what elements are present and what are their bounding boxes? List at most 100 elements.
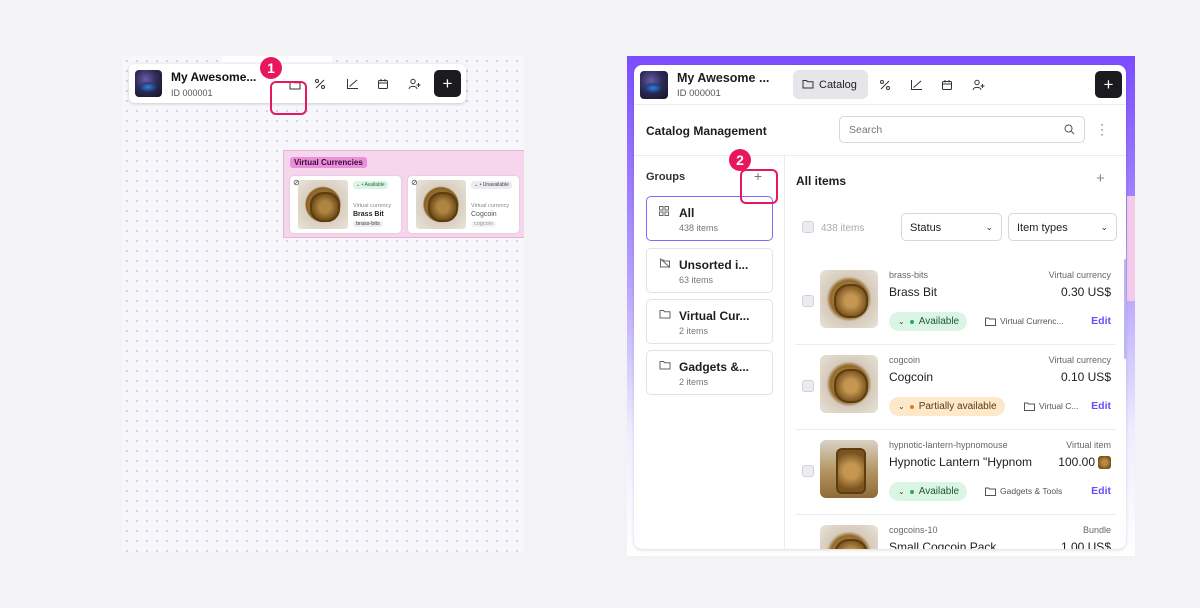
group-count: 2 items — [679, 377, 709, 387]
list-item[interactable]: hypnotic-lantern-hypnomouse Virtual item… — [785, 430, 1126, 515]
add-button[interactable]: + — [434, 70, 461, 97]
catalog-tab-label: Catalog — [819, 78, 857, 91]
status-badge[interactable]: ⌄ Available — [889, 312, 968, 331]
status-filter[interactable]: Status ⌄ — [901, 213, 1002, 241]
calendar-icon[interactable] — [373, 74, 393, 94]
folder-icon — [802, 78, 814, 92]
row-checkbox[interactable] — [802, 465, 814, 477]
group-name: Unsorted i... — [679, 258, 749, 272]
list-item[interactable]: brass-bits Virtual currency Brass Bit 0.… — [785, 260, 1126, 345]
chart-icon[interactable] — [906, 75, 926, 95]
item-card-brass-bit[interactable]: ⊘ ⌄ • Available Virtual currency Brass B… — [290, 176, 401, 233]
status-badge: ⌄ • Unavailable — [471, 181, 512, 189]
group-item-unsorted[interactable]: Unsorted i... 63 items — [646, 248, 773, 293]
item-card-cogcoin[interactable]: ⊘ ⌄ • Unavailable Virtual currency Cogco… — [408, 176, 519, 233]
catalog-window: My Awesome ... ID 000001 Catalog + Catal… — [634, 65, 1126, 549]
step-badge-2: 2 — [729, 149, 751, 171]
edit-link[interactable]: Edit — [1091, 400, 1111, 412]
group-name: Virtual Cur... — [679, 309, 750, 323]
folder-icon — [985, 487, 996, 496]
items-title: All items — [796, 174, 847, 188]
item-name: Cogcoin — [471, 211, 497, 218]
item-types-filter-label: Item types — [1017, 222, 1068, 234]
chevron-down-icon: ⌄ — [898, 402, 905, 411]
group-label: Virtual Currencies — [290, 157, 367, 168]
chevron-down-icon: ⌄ — [1100, 222, 1108, 232]
item-image — [820, 355, 878, 413]
list-item[interactable]: cogcoin Virtual currency Cogcoin 0.10 US… — [785, 345, 1126, 430]
catalog-tab[interactable]: Catalog — [793, 70, 868, 99]
groups-sidebar: Groups + All 438 items Unsorted i... 63 … — [634, 156, 785, 549]
group-item-gadgets[interactable]: Gadgets &... 2 items — [646, 350, 773, 395]
management-bar: Catalog Management ··· — [634, 105, 1126, 156]
chevron-down-icon: ⌄ — [898, 487, 905, 496]
edit-link[interactable]: Edit — [1091, 485, 1111, 497]
status-badge[interactable]: ⌄ Partially available — [889, 397, 1005, 416]
group-name: Gadgets &... — [679, 360, 750, 374]
project-title: My Awesome... — [171, 70, 257, 84]
chevron-down-icon: ⌄ — [898, 317, 905, 326]
list-item[interactable]: cogcoins-10 Bundle Small Cogcoin Pack 1.… — [785, 515, 1126, 549]
item-image — [416, 180, 466, 229]
folder-icon — [985, 317, 996, 326]
calendar-icon[interactable] — [937, 75, 957, 95]
search-input[interactable] — [839, 116, 1085, 143]
item-slug: cogcoin — [889, 355, 921, 365]
user-add-icon[interactable] — [404, 74, 424, 94]
catalog-window-backdrop: My Awesome ... ID 000001 Catalog + Catal… — [627, 56, 1135, 556]
item-kind: Virtual currency — [353, 203, 392, 209]
chevron-down-icon: ⌄ — [985, 222, 993, 232]
item-name: Brass Bit — [889, 285, 938, 299]
folder-icon — [1024, 402, 1035, 411]
group-item-virtual-currencies[interactable]: Virtual Cur... 2 items — [646, 299, 773, 344]
user-add-icon[interactable] — [968, 75, 988, 95]
item-type: Virtual currency — [1048, 270, 1111, 280]
item-image — [820, 440, 878, 498]
percent-icon[interactable] — [310, 74, 330, 94]
row-checkbox[interactable] — [802, 295, 814, 307]
group-count: 63 items — [679, 275, 714, 285]
hidden-icon — [659, 258, 671, 271]
chart-icon[interactable] — [342, 74, 362, 94]
item-image — [820, 270, 878, 328]
folder-icon — [659, 360, 671, 373]
item-types-filter[interactable]: Item types ⌄ — [1008, 213, 1117, 241]
project-avatar[interactable] — [135, 70, 162, 97]
item-price: 0.30 US$ — [1060, 285, 1111, 299]
add-button[interactable]: + — [1095, 71, 1122, 98]
item-kind: Virtual currency — [471, 203, 510, 209]
select-all-checkbox[interactable] — [802, 221, 814, 233]
item-slug: brass-bits — [353, 221, 383, 227]
folder-highlight — [270, 81, 307, 115]
item-folder: Virtual C... — [1024, 401, 1082, 411]
edit-link[interactable]: Edit — [1091, 315, 1111, 327]
items-list: brass-bits Virtual currency Brass Bit 0.… — [785, 260, 1126, 549]
group-count: 438 items — [679, 223, 719, 233]
status-filter-label: Status — [910, 222, 942, 234]
backdrop-strip — [1127, 196, 1135, 301]
canvas-view: My Awesome... ID 000001 + 1 Virtual Curr… — [122, 56, 524, 552]
virtual-currencies-group[interactable]: Virtual Currencies ⊘ ⌄ • Available Virtu… — [283, 150, 524, 238]
percent-icon[interactable] — [875, 75, 895, 95]
item-name: Hypnotic Lantern "Hypnom — [889, 455, 1032, 469]
item-price: 0.10 US$ — [1060, 370, 1111, 384]
project-avatar[interactable] — [640, 71, 668, 99]
search-icon[interactable] — [1064, 122, 1075, 140]
items-count: 438 items — [821, 223, 865, 234]
item-image — [820, 525, 878, 549]
project-id: ID 000001 — [171, 88, 213, 98]
item-type: Bundle — [1082, 525, 1111, 535]
scrollbar[interactable] — [1124, 259, 1126, 359]
add-item-button[interactable]: + — [1096, 170, 1105, 187]
item-image — [298, 180, 348, 229]
group-count: 2 items — [679, 326, 709, 336]
group-name: All — [679, 206, 695, 220]
project-title: My Awesome ... — [677, 71, 770, 85]
row-checkbox[interactable] — [802, 380, 814, 392]
status-badge[interactable]: ⌄ Available — [889, 482, 968, 501]
more-options-icon[interactable]: · · · — [1097, 118, 1107, 140]
page-title: Catalog Management — [646, 124, 767, 138]
groups-title: Groups — [646, 171, 686, 183]
item-type: Virtual currency — [1048, 355, 1111, 365]
item-type: Virtual item — [1066, 440, 1111, 450]
